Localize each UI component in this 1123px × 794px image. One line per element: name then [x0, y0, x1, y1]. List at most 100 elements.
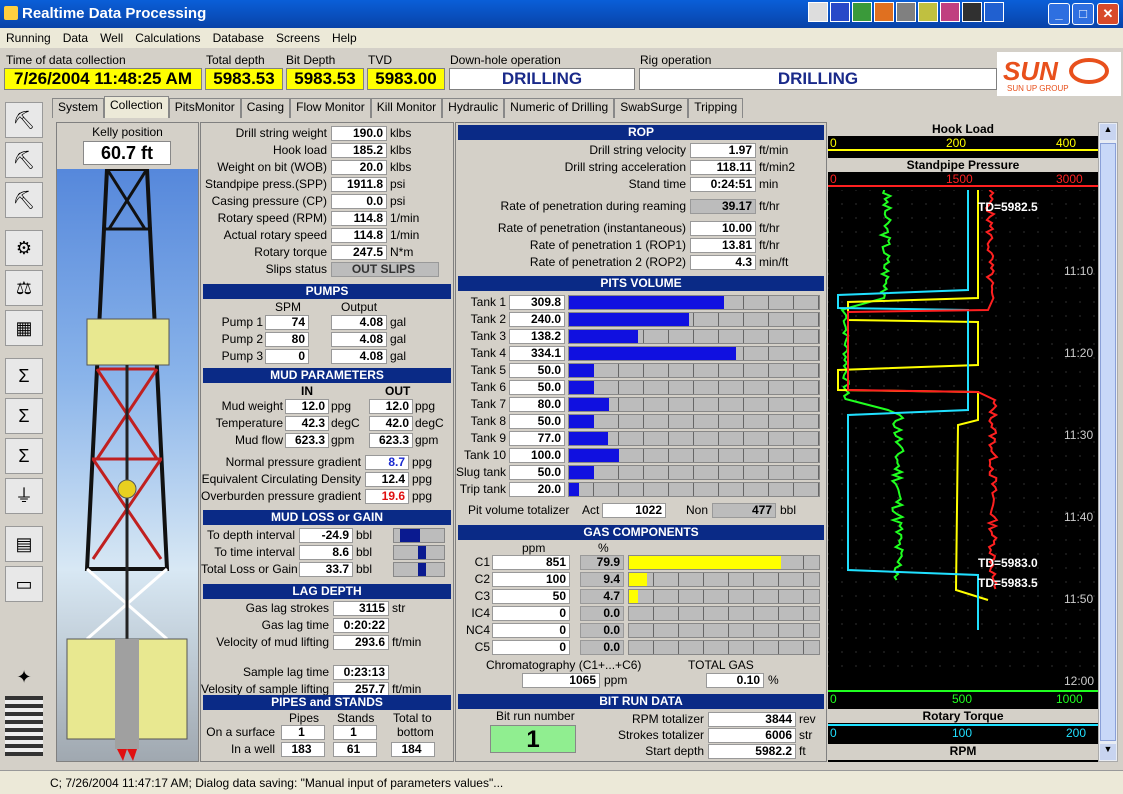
pipes-bottom-label: bottom [397, 725, 434, 739]
computer-icon[interactable]: ▭ [5, 566, 43, 602]
gas-header: GAS COMPONENTS [458, 525, 824, 540]
tab-casing[interactable]: Casing [240, 98, 291, 118]
toolbar-icon-6[interactable] [918, 2, 938, 22]
logo-subtitle: SUN UP GROUP [1007, 84, 1069, 93]
toolbar-icon-9[interactable] [984, 2, 1004, 22]
mud-2-out-unit: gpm [415, 433, 439, 447]
rig-down-icon[interactable]: ⛏ [5, 182, 43, 218]
tab-pitsmonitor[interactable]: PitsMonitor [168, 98, 241, 118]
drilling-7-value: 247.5 [331, 245, 387, 260]
pumping-cycle-icon[interactable]: ⏚ [5, 478, 43, 514]
menu-item-running[interactable]: Running [6, 31, 51, 45]
total-depth-label: Total depth [206, 53, 265, 67]
bitrun-2-label: Start depth [645, 744, 704, 758]
kelly-label: Kelly position [92, 125, 163, 139]
tank-6-name: Tank 7 [470, 397, 506, 411]
toolbar-icons [808, 2, 1004, 24]
menu-item-database[interactable]: Database [213, 31, 264, 45]
lag-3-value: 0:23:13 [333, 665, 389, 680]
title-bar: Realtime Data Processing _ □ ✕ [0, 0, 1123, 28]
tab-swabsurge[interactable]: SwabSurge [614, 98, 689, 118]
drilling-7-label: Rotary torque [254, 245, 327, 259]
tools-icon[interactable]: ⚙ [5, 230, 43, 266]
toolbar-icon-3[interactable] [852, 2, 872, 22]
gas-1-name: C2 [474, 572, 490, 586]
rig-zero-icon[interactable]: ⛏ [5, 142, 43, 178]
bit-depth-value: 5983.53 [286, 68, 364, 90]
chart-legend-icon[interactable] [5, 696, 43, 756]
scroll-up-arrow-icon[interactable]: ▲ [1100, 124, 1116, 140]
menu-item-well[interactable]: Well [100, 31, 123, 45]
tab-kill-monitor[interactable]: Kill Monitor [370, 98, 443, 118]
tab-tripping[interactable]: Tripping [688, 98, 744, 118]
tab-numeric-of-drilling[interactable]: Numeric of Drilling [504, 98, 615, 118]
maximize-button[interactable]: □ [1072, 3, 1094, 25]
tab-collection[interactable]: Collection [104, 96, 169, 118]
mud-extra-2-unit: ppg [412, 489, 433, 503]
pumps-spm-label: SPM [275, 300, 302, 314]
hook-load-tick-0: 0 [830, 136, 837, 150]
menu-item-calculations[interactable]: Calculations [135, 31, 200, 45]
toolbar-icon-5[interactable] [896, 2, 916, 22]
tab-flow-monitor[interactable]: Flow Monitor [290, 98, 371, 118]
gas-5-pct: 0.0 [580, 640, 624, 655]
vertical-scrollbar[interactable]: ▲ ▼ [1098, 122, 1118, 762]
time-tick-1: 11:20 [1064, 346, 1094, 360]
calculator-icon[interactable]: ▦ [5, 310, 43, 346]
menu-item-screens[interactable]: Screens [276, 31, 320, 45]
pipes-col-0: Pipes [289, 711, 320, 725]
bitrun-2-value: 5982.2 [708, 744, 796, 759]
standpipe-pressure-tick-1: 1500 [946, 172, 973, 186]
pump-0-spm[interactable]: 74 [265, 315, 309, 330]
rop-header: ROP [458, 125, 824, 140]
pump-1-spm[interactable]: 80 [265, 332, 309, 347]
rop-reaming-label: Rate of penetration during reaming [500, 199, 686, 213]
bitrun-1-label: Strokes totalizer [617, 728, 704, 742]
tank-2-bar-fill [569, 330, 639, 343]
mudloss-1-bar [393, 545, 445, 560]
chromatography-unit: ppm [604, 673, 628, 687]
bitrun-1-unit: str [799, 728, 813, 742]
mud-2-label: Mud flow [234, 433, 283, 447]
lag-2-value: 293.6 [333, 635, 389, 650]
rop-2-unit: min [759, 177, 779, 191]
lag-1-value: 0:20:22 [333, 618, 389, 633]
tab-system[interactable]: System [52, 98, 105, 118]
menu-item-data[interactable]: Data [63, 31, 88, 45]
minimize-button[interactable]: _ [1048, 3, 1070, 25]
rpm-sum-icon[interactable]: Σ [5, 438, 43, 474]
tab-hydraulic[interactable]: Hydraulic [442, 98, 505, 118]
satellite-icon[interactable]: ✦ [5, 660, 43, 696]
bit-run-number-label: Bit run number [496, 709, 575, 723]
rig-up-icon[interactable]: ⛏ [5, 102, 43, 138]
toolbar-icon-7[interactable] [940, 2, 960, 22]
hook-load-title: Hook Load [828, 122, 1098, 136]
toolbar-icon-2[interactable] [830, 2, 850, 22]
balance-icon[interactable]: ⚖ [5, 270, 43, 306]
scroll-thumb[interactable] [1100, 143, 1116, 741]
strokes-sum-icon[interactable]: Σ [5, 398, 43, 434]
gas-1-pct: 9.4 [580, 572, 624, 587]
pump-2-output: 4.08 [331, 349, 387, 364]
downhole-label: Down-hole operation [450, 53, 561, 67]
menu-item-help[interactable]: Help [332, 31, 357, 45]
toolbar-icon-1[interactable] [808, 2, 828, 22]
drilling-5-unit: 1/min [390, 211, 420, 225]
chromatography-label: Chromatography (C1+...+C6) [486, 658, 642, 672]
database-icon[interactable]: ▤ [5, 526, 43, 562]
toolbar-icon-4[interactable] [874, 2, 894, 22]
drilling-0-label: Drill string weight [235, 126, 327, 140]
lag-4-unit: ft/min [392, 682, 422, 696]
td-label-0: TD=5982.5 [978, 200, 1038, 214]
close-button[interactable]: ✕ [1097, 3, 1119, 25]
time-value: 7/26/2004 11:48:25 AM [4, 68, 202, 90]
pipes-well-stands: 61 [333, 742, 377, 757]
mud-extra-0-unit: ppg [412, 455, 433, 469]
torque-tick-1: 100 [952, 726, 973, 740]
gain-sum-icon[interactable]: Σ [5, 358, 43, 394]
pump-2-spm[interactable]: 0 [265, 349, 309, 364]
scroll-down-arrow-icon[interactable]: ▼ [1100, 744, 1116, 760]
app-icon [4, 6, 18, 20]
toolbar-icon-8[interactable] [962, 2, 982, 22]
tank-5-value: 50.0 [509, 380, 565, 395]
